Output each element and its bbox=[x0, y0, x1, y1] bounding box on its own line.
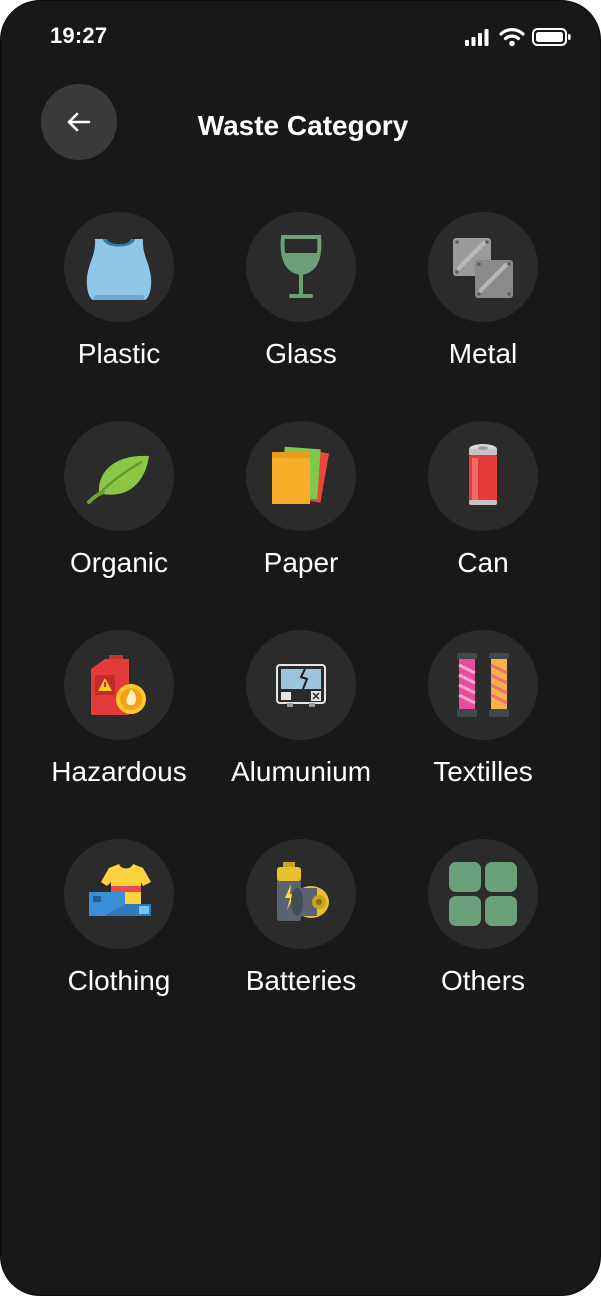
category-can[interactable]: Can bbox=[393, 421, 573, 611]
signal-icon bbox=[464, 27, 492, 47]
broken-appliance-icon bbox=[276, 664, 326, 707]
paper-sheets-icon bbox=[272, 446, 330, 504]
category-label: Alumunium bbox=[230, 756, 372, 787]
status-icons bbox=[464, 27, 574, 47]
category-others[interactable]: Others bbox=[393, 839, 573, 1029]
category-label: Clothing bbox=[67, 965, 171, 996]
plastic-bag-icon bbox=[86, 239, 152, 300]
metal-plates-icon bbox=[453, 238, 513, 298]
soda-can-icon bbox=[469, 444, 497, 505]
category-label: Can bbox=[457, 547, 509, 578]
category-label: Textilles bbox=[433, 756, 533, 787]
grid-icon bbox=[449, 862, 517, 926]
category-label: Organic bbox=[69, 547, 169, 578]
leaf-icon bbox=[87, 455, 149, 504]
category-label: Metal bbox=[448, 338, 518, 369]
category-textilles[interactable]: Textilles bbox=[393, 630, 573, 820]
category-plastic[interactable]: Plastic bbox=[29, 212, 209, 402]
category-glass[interactable]: Glass bbox=[211, 212, 391, 402]
category-label: Glass bbox=[265, 338, 337, 369]
category-label: Plastic bbox=[77, 338, 161, 369]
category-metal[interactable]: Metal bbox=[393, 212, 573, 402]
category-batteries[interactable]: Batteries bbox=[211, 839, 391, 1029]
category-organic[interactable]: Organic bbox=[29, 421, 209, 611]
category-alumunium[interactable]: Alumunium bbox=[211, 630, 391, 820]
battery-icon bbox=[532, 28, 572, 48]
wine-glass-icon bbox=[280, 235, 322, 298]
wifi-icon bbox=[499, 27, 525, 47]
category-label: Others bbox=[440, 965, 526, 996]
batteries-icon bbox=[277, 862, 329, 921]
category-hazardous[interactable]: Hazardous bbox=[29, 630, 209, 820]
thread-spools-icon bbox=[457, 653, 509, 717]
category-label: Batteries bbox=[245, 965, 357, 996]
category-clothing[interactable]: Clothing bbox=[29, 839, 209, 1029]
category-label: Paper bbox=[263, 547, 339, 578]
category-paper[interactable]: Paper bbox=[211, 421, 391, 611]
hazard-canister-icon bbox=[91, 655, 146, 715]
phone-screen: 19:27 Waste Category Plastic Glass Metal… bbox=[0, 0, 601, 1296]
status-time: 19:27 bbox=[50, 23, 108, 48]
clothes-icon bbox=[89, 864, 151, 916]
category-label: Hazardous bbox=[51, 756, 187, 787]
page-title: Waste Category bbox=[197, 110, 409, 141]
